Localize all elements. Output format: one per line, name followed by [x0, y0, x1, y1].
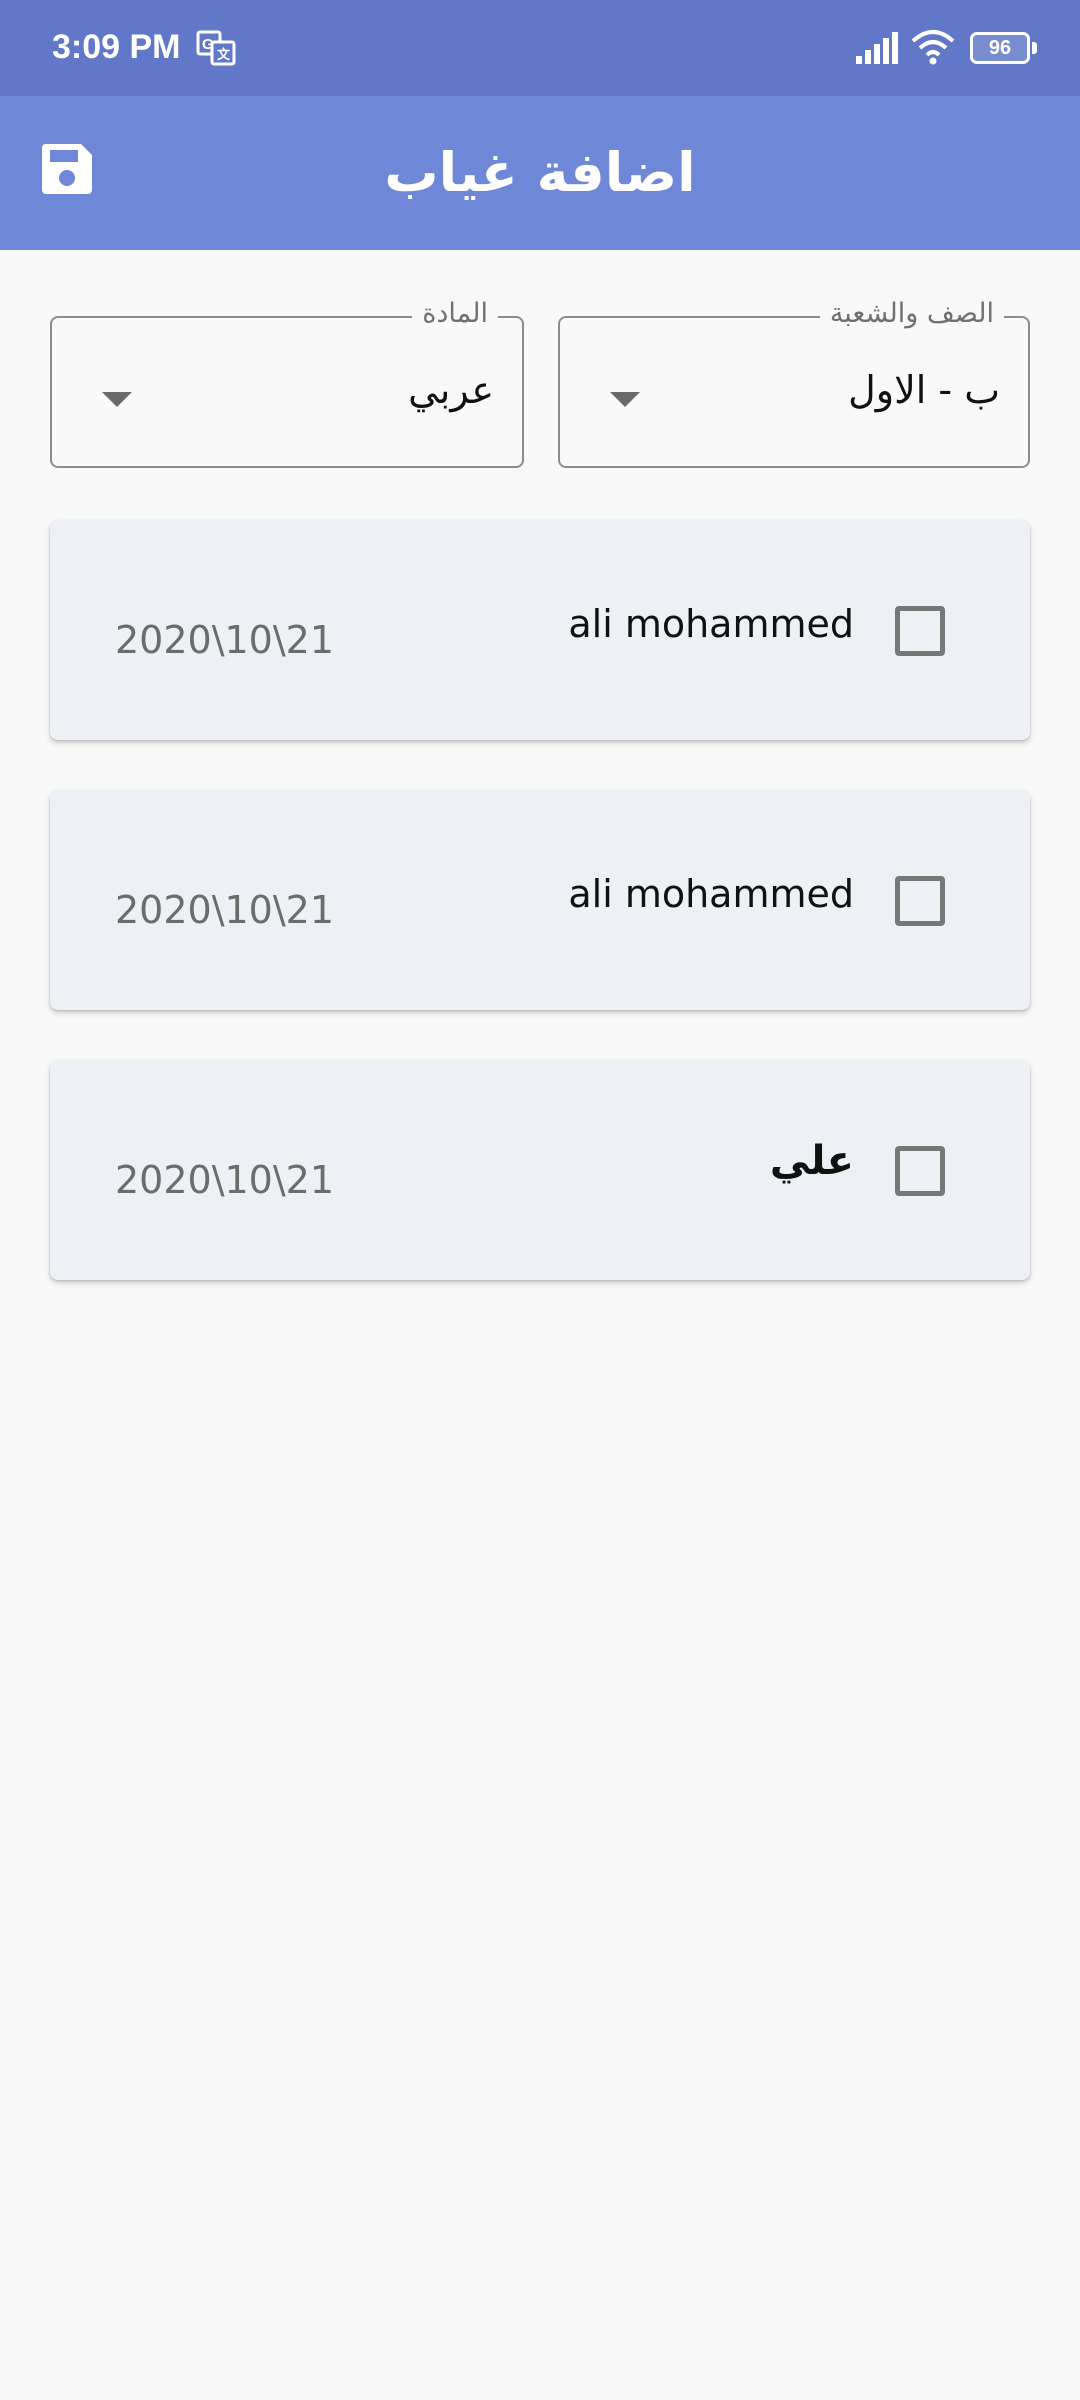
subject-dropdown-value: عربي: [408, 368, 494, 412]
dropdown-arrow-icon: [102, 392, 132, 407]
save-button[interactable]: [32, 134, 102, 204]
absence-date: 2020\10\21: [115, 618, 335, 662]
status-time: 3:09 PM: [52, 28, 181, 66]
subject-dropdown-label: المادة: [412, 298, 498, 329]
wifi-icon: [911, 30, 955, 65]
app-bar: اضافة غياب: [0, 96, 1080, 250]
student-card: 2020\10\21 ali mohammed: [50, 790, 1030, 1010]
student-name: علي: [769, 1138, 854, 1184]
student-card: 2020\10\21 علي: [50, 1060, 1030, 1280]
absence-date: 2020\10\21: [115, 888, 335, 932]
save-icon: [41, 144, 92, 194]
absence-date: 2020\10\21: [115, 1158, 335, 1202]
student-card: 2020\10\21 ali mohammed: [50, 520, 1030, 740]
student-name: ali mohammed: [568, 872, 854, 916]
signal-icon: [856, 32, 898, 64]
class-section-dropdown-value: ب - الاول: [848, 368, 1000, 412]
absence-checkbox[interactable]: [895, 876, 945, 926]
class-section-dropdown[interactable]: الصف والشعبة ب - الاول: [558, 298, 1030, 468]
absence-checkbox[interactable]: [895, 1146, 945, 1196]
translate-icon: G 文: [196, 30, 236, 66]
battery-icon: 96: [970, 32, 1038, 64]
dropdown-arrow-icon: [610, 392, 640, 407]
page-title: اضافة غياب: [384, 141, 696, 204]
status-bar: 3:09 PM G 文 96: [0, 0, 1080, 96]
student-name: ali mohammed: [568, 602, 854, 646]
class-section-dropdown-label: الصف والشعبة: [819, 298, 1004, 329]
subject-dropdown[interactable]: المادة عربي: [50, 298, 524, 468]
absence-checkbox[interactable]: [895, 606, 945, 656]
battery-level: 96: [970, 32, 1030, 64]
svg-text:文: 文: [217, 47, 231, 62]
